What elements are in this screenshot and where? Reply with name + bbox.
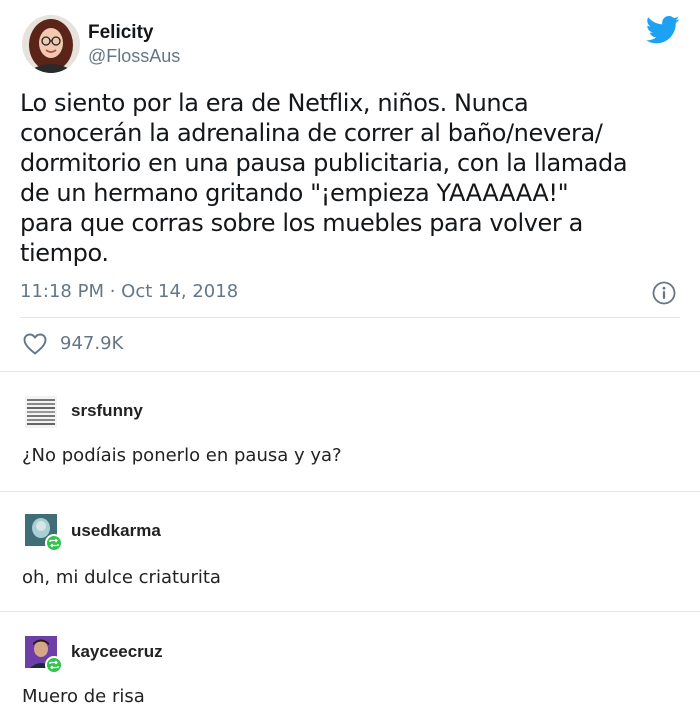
reply-item: srsfunny ¿No podíais ponerlo en pausa y … <box>0 372 700 492</box>
reply-username[interactable]: srsfunny <box>71 401 143 421</box>
reply-avatar[interactable] <box>25 514 63 552</box>
profile-avatar[interactable] <box>22 15 80 73</box>
reply-item: kayceecruz Muero de risa <box>0 612 700 718</box>
tweet-divider <box>20 317 680 318</box>
reply-text: ¿No podíais ponerlo en pausa y ya? <box>22 445 342 466</box>
reply-username[interactable]: kayceecruz <box>71 642 163 662</box>
reply-username[interactable]: usedkarma <box>71 521 161 541</box>
heart-icon[interactable] <box>23 333 47 355</box>
reply-text: oh, mi dulce criaturita <box>22 567 221 588</box>
tweet-text: Lo siento por la era de Netflix, niños. … <box>20 89 628 267</box>
reply-avatar[interactable] <box>25 396 57 428</box>
tweet-card: Felicity @FlossAus Lo siento por la era … <box>0 0 700 372</box>
display-name[interactable]: Felicity <box>88 22 153 44</box>
tweet-timestamp[interactable]: 11:18 PM · Oct 14, 2018 <box>20 281 238 302</box>
reply-avatar[interactable] <box>25 636 63 674</box>
reblog-icon <box>45 656 63 674</box>
reply-item: usedkarma oh, mi dulce criaturita <box>0 492 700 612</box>
reblog-icon <box>45 534 63 552</box>
twitter-bird-icon[interactable] <box>645 15 680 45</box>
info-icon[interactable] <box>652 281 676 305</box>
user-handle[interactable]: @FlossAus <box>88 46 180 67</box>
reply-text: Muero de risa <box>22 686 145 707</box>
like-count: 947.9K <box>60 333 124 354</box>
